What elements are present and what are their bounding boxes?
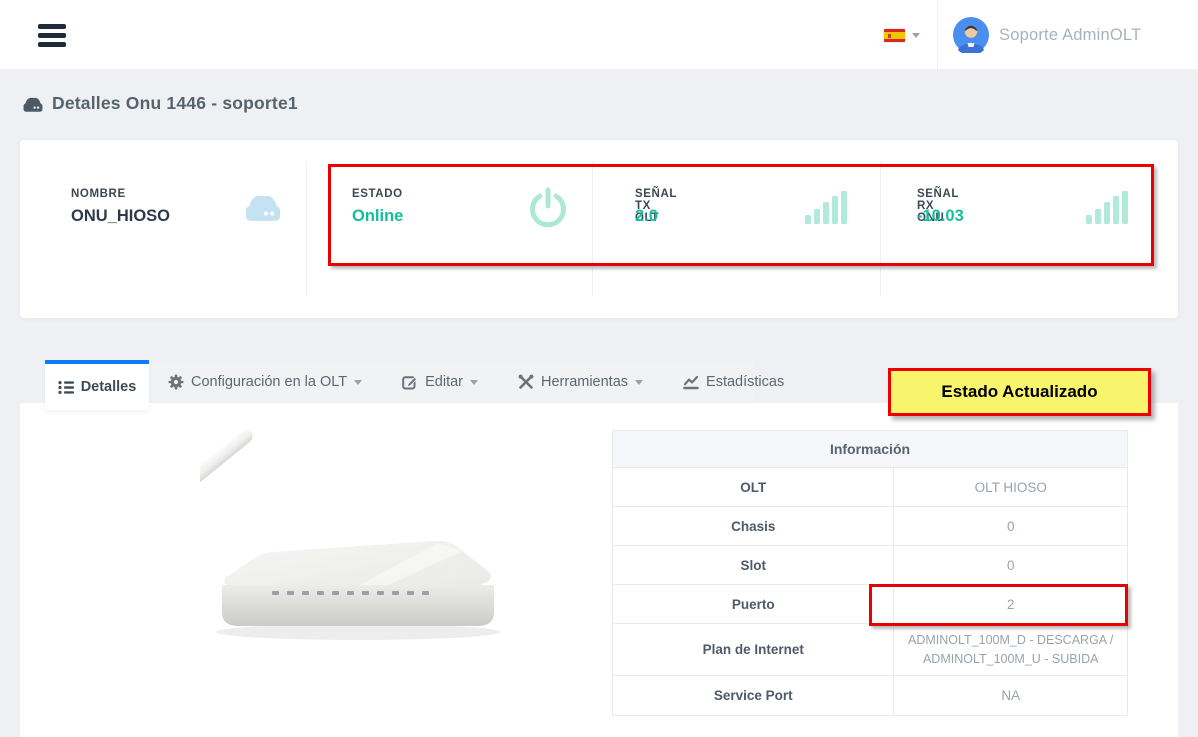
tools-icon (518, 374, 534, 390)
table-row: OLT OLT HIOSO (613, 468, 1127, 507)
power-icon (527, 186, 569, 230)
divider (880, 162, 881, 296)
row-label: Service Port (613, 676, 894, 715)
user-menu[interactable]: Soporte AdminOLT (953, 17, 1141, 53)
tab-bar: Configuración en la OLT Editar Herramien… (148, 361, 754, 403)
row-value: OLT HIOSO (894, 468, 1127, 506)
info-table-header: Información (613, 431, 1127, 468)
info-table: Información OLT OLT HIOSO Chasis 0 Slot … (612, 430, 1128, 716)
onu-product-image (200, 425, 500, 655)
signal-bars-icon (803, 189, 847, 227)
stat-value: Online (352, 207, 403, 226)
row-value: 0 (894, 507, 1127, 545)
gear-icon (168, 374, 184, 390)
row-value: ADMINOLT_100M_D - DESCARGA / ADMINOLT_10… (894, 624, 1127, 675)
chevron-down-icon (912, 33, 920, 38)
breadcrumb: Detalles Onu 1446 - soporte1 (22, 93, 298, 114)
spain-flag-icon (884, 29, 905, 42)
tab-estadisticas[interactable]: Estadísticas (663, 361, 804, 403)
user-avatar (953, 17, 989, 53)
tab-detalles[interactable]: Detalles (45, 360, 149, 410)
topbar-divider (937, 0, 938, 70)
stat-label: NOMBRE (71, 188, 126, 200)
onu-device-icon (243, 189, 283, 225)
chart-icon (683, 374, 699, 390)
status-updated-note: Estado Actualizado (888, 368, 1151, 416)
table-row: Chasis 0 (613, 507, 1127, 546)
stat-label: ESTADO (352, 188, 403, 200)
table-row: Plan de Internet ADMINOLT_100M_D - DESCA… (613, 624, 1127, 676)
tab-label: Herramientas (541, 374, 628, 390)
tab-label: Detalles (81, 379, 137, 395)
row-value: 2 (894, 585, 1127, 623)
stat-value: -10.03 (917, 207, 964, 226)
onu-summary-card: NOMBRE ONU_HIOSO ESTADO Online SEÑAL TX … (20, 140, 1178, 318)
tab-herramientas[interactable]: Herramientas (498, 361, 663, 403)
divider (306, 162, 307, 296)
list-icon (58, 380, 74, 395)
edit-icon (402, 374, 418, 390)
tab-label: Estadísticas (706, 374, 784, 390)
table-row: Slot 0 (613, 546, 1127, 585)
table-row: Service Port NA (613, 676, 1127, 715)
menu-toggle-button[interactable] (38, 24, 66, 47)
row-label: Puerto (613, 585, 894, 623)
chevron-down-icon (354, 380, 362, 385)
row-label: OLT (613, 468, 894, 506)
tab-label: Editar (425, 374, 463, 390)
tab-configuracion-olt[interactable]: Configuración en la OLT (148, 361, 382, 403)
status-updated-label: Estado Actualizado (941, 382, 1097, 402)
chevron-down-icon (470, 380, 478, 385)
user-name: Soporte AdminOLT (999, 26, 1141, 45)
language-selector[interactable] (884, 22, 932, 48)
row-label: Chasis (613, 507, 894, 545)
row-value: NA (894, 676, 1127, 715)
hdd-icon (22, 94, 44, 114)
chevron-down-icon (635, 380, 643, 385)
page-title: Detalles Onu 1446 - soporte1 (52, 93, 298, 114)
tab-editar[interactable]: Editar (382, 361, 498, 403)
stat-value: 2.0 (635, 207, 658, 226)
stat-value: ONU_HIOSO (71, 207, 170, 226)
signal-bars-icon (1084, 189, 1128, 227)
table-row: Puerto 2 (613, 585, 1127, 624)
row-label: Plan de Internet (613, 624, 894, 675)
divider (592, 162, 593, 296)
topbar: Soporte AdminOLT (0, 0, 1198, 70)
tab-label: Configuración en la OLT (191, 374, 347, 390)
row-value: 0 (894, 546, 1127, 584)
row-label: Slot (613, 546, 894, 584)
